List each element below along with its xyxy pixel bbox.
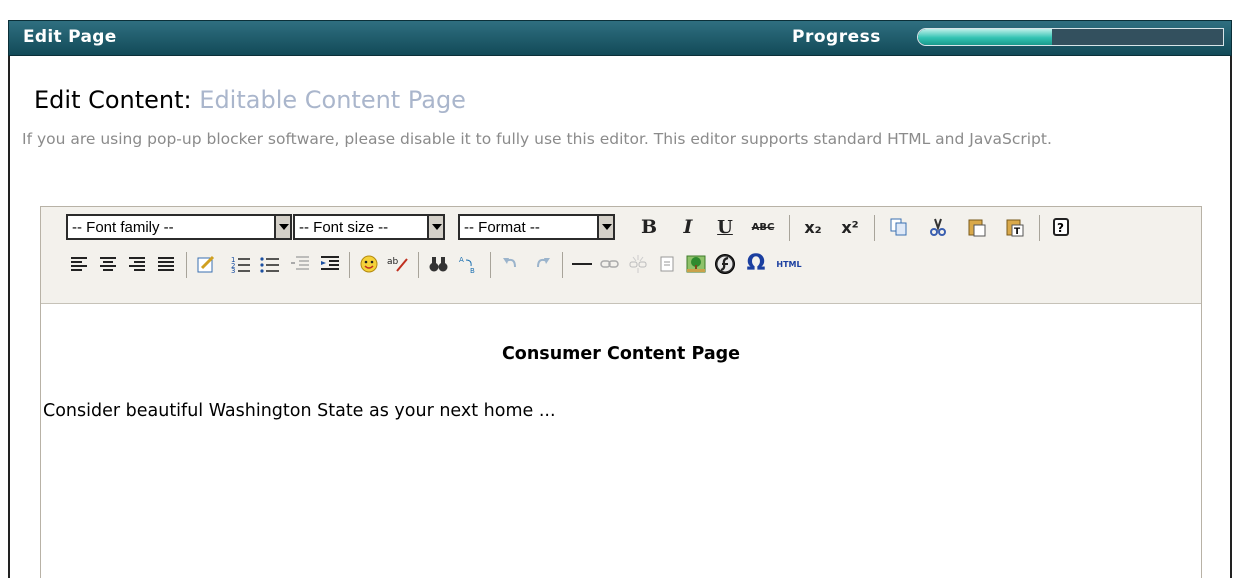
toolbar-separator [490, 252, 491, 278]
toolbar-separator [789, 215, 790, 241]
svg-text:T: T [1014, 227, 1021, 237]
svg-text:A: A [459, 256, 464, 264]
replace-icon[interactable]: AB [457, 252, 481, 276]
subscript-icon[interactable]: x₂ [801, 215, 825, 239]
html-source-icon[interactable]: HTML [772, 252, 806, 276]
undo-icon[interactable] [499, 252, 523, 276]
font-family-dropdown-arrow[interactable] [274, 214, 292, 240]
progress-label: Progress [792, 27, 881, 47]
italic-icon[interactable]: I [676, 215, 700, 239]
link-icon[interactable] [598, 252, 622, 276]
font-size-dropdown-arrow[interactable] [427, 214, 445, 240]
toolbar-separator [186, 252, 187, 278]
special-character-icon[interactable]: Ω [744, 251, 768, 276]
editor-toolbar: -- Font family -- -- Font size -- -- For… [41, 207, 1201, 304]
popup-blocker-notice: If you are using pop-up blocker software… [22, 130, 1052, 148]
bold-icon[interactable]: B [637, 215, 661, 239]
content-paragraph: Consider beautiful Washington State as y… [43, 401, 556, 421]
spellcheck-icon[interactable]: ab [386, 252, 410, 276]
justify-icon[interactable] [154, 252, 178, 276]
progress-fill [918, 29, 1053, 45]
cleanup-icon[interactable] [194, 252, 218, 276]
page-title: Edit Page [23, 27, 117, 47]
horizontal-rule-icon[interactable] [570, 252, 594, 276]
cut-icon[interactable] [926, 215, 950, 239]
paste-icon[interactable] [965, 215, 989, 239]
content-heading: Consumer Content Page [501, 344, 741, 364]
align-right-icon[interactable] [125, 252, 149, 276]
svg-text:3: 3 [231, 267, 235, 273]
flash-icon[interactable] [713, 252, 737, 276]
svg-text:ab: ab [387, 257, 399, 267]
svg-text:?: ? [1057, 221, 1064, 235]
toolbar-separator [349, 252, 350, 278]
numbered-list-icon[interactable]: 123 [229, 252, 253, 276]
align-left-icon[interactable] [67, 252, 91, 276]
toolbar-separator [1039, 215, 1040, 241]
underline-icon[interactable]: U [713, 215, 737, 239]
toolbar-separator [562, 252, 563, 278]
bullet-list-icon[interactable] [258, 252, 282, 276]
align-center-icon[interactable] [96, 252, 120, 276]
find-icon[interactable] [427, 252, 451, 276]
heading-label: Edit Content: [34, 86, 192, 114]
heading-page-name: Editable Content Page [199, 86, 466, 114]
font-family-select[interactable]: -- Font family -- [66, 214, 276, 240]
emotions-icon[interactable] [357, 252, 381, 276]
font-size-select[interactable]: -- Font size -- [293, 214, 429, 240]
indent-icon[interactable] [318, 252, 342, 276]
format-select[interactable]: -- Format -- [458, 214, 598, 240]
image-icon[interactable] [684, 252, 708, 276]
paste-text-icon[interactable]: T [1003, 215, 1027, 239]
format-dropdown-arrow[interactable] [597, 214, 615, 240]
anchor-icon[interactable] [655, 252, 679, 276]
progress-bar [917, 28, 1224, 46]
unlink-icon[interactable] [626, 252, 650, 276]
copy-icon[interactable] [887, 215, 911, 239]
superscript-icon[interactable]: x² [838, 215, 862, 239]
rich-text-editor: -- Font family -- -- Font size -- -- For… [40, 206, 1202, 578]
help-icon[interactable]: ? [1049, 215, 1073, 239]
strikethrough-icon[interactable]: ABC [751, 215, 775, 239]
toolbar-separator [418, 252, 419, 278]
toolbar-separator [874, 215, 875, 241]
outdent-icon[interactable] [288, 252, 312, 276]
svg-text:B: B [470, 267, 475, 274]
edit-content-heading: Edit Content: Editable Content Page [34, 86, 466, 114]
redo-icon[interactable] [530, 252, 554, 276]
